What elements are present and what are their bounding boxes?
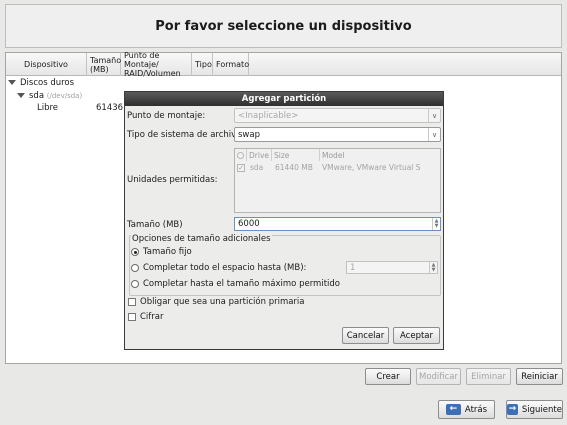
next-button[interactable]: → Siguiente xyxy=(506,400,563,419)
spin-arrows-icon[interactable]: ▲ ▼ xyxy=(429,262,437,273)
mount-label: Punto de montaje: xyxy=(127,111,206,121)
free-size: 61436 xyxy=(96,103,124,113)
column-device[interactable]: Dispositivo xyxy=(6,53,87,76)
size-label: Tamaño (MB) xyxy=(127,220,183,230)
size-options-title: Opciones de tamaño adicionales xyxy=(131,234,272,244)
allowed-drives-list[interactable]: Drive Size Model ✓ sda 61440 MB VMware, … xyxy=(234,148,441,213)
page-title: Por favor seleccione un dispositivo xyxy=(155,18,412,34)
encrypt-checkbox[interactable] xyxy=(128,313,136,321)
fill-until-radio[interactable] xyxy=(131,264,139,272)
drives-col-drive: Drive xyxy=(247,149,272,161)
primary-partition-label: Obligar que sea una partición primaria xyxy=(140,297,305,307)
fill-until-input[interactable]: 1 ▲ ▼ xyxy=(346,261,438,274)
drives-col-model: Model xyxy=(322,150,345,160)
drive-model: VMware, VMware Virtual S xyxy=(322,163,421,172)
tree-row-sda[interactable]: sda (/dev/sda) xyxy=(17,91,82,101)
tree-header: Dispositivo Tamaño (MB) Punto de Montaje/… xyxy=(6,51,561,78)
column-format[interactable]: Formato xyxy=(213,53,249,76)
dialog-title-bar: Agregar partición xyxy=(125,92,443,106)
modify-button[interactable]: Modificar xyxy=(416,368,461,385)
fill-max-radio[interactable] xyxy=(131,280,139,288)
mount-point-combo[interactable]: <Inaplicable> ∨ xyxy=(234,108,441,123)
fstype-select[interactable]: swap ∨ xyxy=(234,127,441,142)
fixed-size-label: Tamaño fijo xyxy=(143,247,192,257)
column-type[interactable]: Tipo xyxy=(192,53,213,76)
disk-path: (/dev/sda) xyxy=(46,92,83,100)
check-column-icon xyxy=(237,151,244,159)
encrypt-label: Cifrar xyxy=(140,312,164,322)
drive-size: 61440 MB xyxy=(275,163,313,172)
drives-col-check xyxy=(235,149,247,161)
arrow-left-icon: ← xyxy=(445,404,461,415)
fstype-label: Tipo de sistema de archivos: xyxy=(127,130,249,140)
primary-partition-checkbox[interactable] xyxy=(128,298,136,306)
cancel-button[interactable]: Cancelar xyxy=(342,327,389,344)
delete-button[interactable]: Eliminar xyxy=(466,368,511,385)
free-label: Libre xyxy=(37,103,59,113)
drive-checkbox[interactable]: ✓ xyxy=(237,164,245,172)
back-button[interactable]: ← Atrás xyxy=(438,400,495,419)
fill-max-label: Completar hasta el tamaño máximo permiti… xyxy=(143,279,340,289)
page-header: Por favor seleccione un dispositivo xyxy=(5,4,562,48)
fill-until-label: Completar todo el espacio hasta (MB): xyxy=(143,263,307,273)
chevron-down-icon: ∨ xyxy=(428,128,440,141)
chevron-down-icon: ∨ xyxy=(428,109,440,122)
add-partition-dialog: Agregar partición Punto de montaje: <Ina… xyxy=(124,91,444,350)
tree-row-free[interactable]: Libre xyxy=(37,103,58,113)
drives-col-size: Size xyxy=(272,149,320,161)
fixed-size-radio[interactable] xyxy=(131,248,139,256)
arrow-right-icon: → xyxy=(507,404,518,415)
tree-row-hard-disks[interactable]: Discos duros xyxy=(8,78,74,88)
expander-icon[interactable] xyxy=(17,93,25,98)
reset-button[interactable]: Reiniciar xyxy=(516,368,563,385)
dialog-title: Agregar partición xyxy=(241,94,327,104)
drives-label: Unidades permitidas: xyxy=(127,175,218,185)
accept-button[interactable]: Aceptar xyxy=(393,327,440,344)
expander-icon[interactable] xyxy=(8,80,16,85)
create-button[interactable]: Crear xyxy=(365,368,411,385)
drive-name: sda xyxy=(250,163,264,172)
column-size[interactable]: Tamaño (MB) xyxy=(87,53,121,76)
column-mountpoint[interactable]: Punto de Montaje/RAID/Volumen xyxy=(121,51,192,78)
spin-arrows-icon[interactable]: ▲ ▼ xyxy=(432,218,440,230)
size-input[interactable]: 6000 ▲ ▼ xyxy=(234,217,441,231)
